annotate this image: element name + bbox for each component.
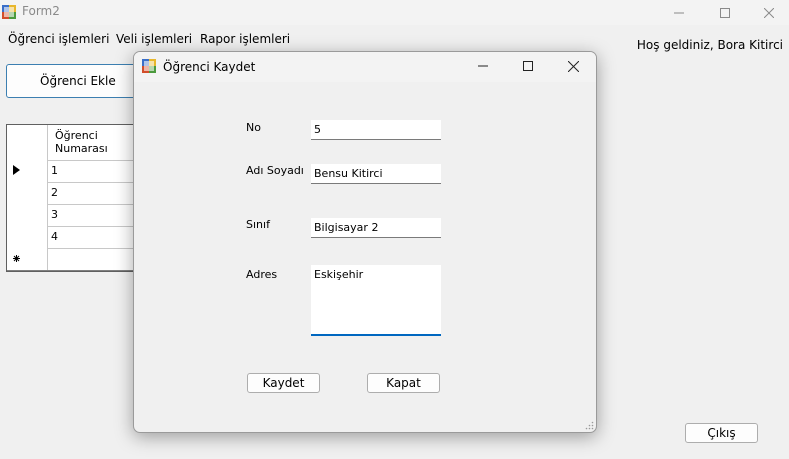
student-save-dialog: Öğrenci Kaydet No Adı Soyadı Sınıf Adres… xyxy=(133,51,597,433)
minimize-icon xyxy=(674,12,684,13)
table-cell[interactable]: 2 xyxy=(51,186,58,199)
close-button[interactable]: Kapat xyxy=(367,373,440,393)
row-header[interactable] xyxy=(7,204,48,226)
row-header[interactable] xyxy=(7,182,48,204)
maximize-button[interactable] xyxy=(702,0,748,25)
save-button-label: Kaydet xyxy=(262,376,305,390)
grid-background xyxy=(7,270,135,271)
students-grid[interactable]: Öğrenci Numarası 1 2 3 4 xyxy=(6,124,136,272)
menu-report-operations[interactable]: Rapor işlemleri xyxy=(200,32,290,46)
row-header[interactable] xyxy=(7,226,48,248)
column-header-student-number[interactable]: Öğrenci Numarası xyxy=(55,129,130,155)
window-title: Form2 xyxy=(22,4,60,18)
grid-header: Öğrenci Numarası xyxy=(7,125,135,161)
address-field[interactable]: Eskişehir xyxy=(311,265,441,336)
no-label: No xyxy=(246,121,261,134)
app-icon xyxy=(2,5,16,19)
close-icon xyxy=(567,60,579,72)
class-field[interactable] xyxy=(311,218,441,238)
grid-corner-header[interactable] xyxy=(7,125,48,160)
maximize-icon xyxy=(523,61,533,71)
exit-button[interactable]: Çıkış xyxy=(685,423,758,443)
no-field[interactable] xyxy=(311,120,441,140)
dialog-close-button[interactable] xyxy=(550,52,596,80)
new-row[interactable] xyxy=(7,248,135,271)
close-window-button[interactable] xyxy=(746,0,789,25)
row-header[interactable] xyxy=(7,160,48,182)
close-icon xyxy=(764,7,774,18)
save-button[interactable]: Kaydet xyxy=(247,373,320,393)
address-label: Adres xyxy=(246,268,278,281)
table-row[interactable]: 4 xyxy=(7,226,135,249)
current-row-indicator-icon xyxy=(13,165,20,175)
dialog-app-icon xyxy=(142,59,156,73)
dialog-title: Öğrenci Kaydet xyxy=(163,60,256,74)
resize-grip-icon[interactable] xyxy=(584,420,594,430)
exit-button-label: Çıkış xyxy=(707,426,736,440)
row-header[interactable] xyxy=(7,248,48,270)
table-cell[interactable]: 1 xyxy=(51,164,58,177)
menu-student-operations[interactable]: Öğrenci işlemleri xyxy=(8,32,109,46)
maximize-icon xyxy=(720,7,730,18)
table-row[interactable]: 2 xyxy=(7,182,135,205)
welcome-label: Hoş geldiniz, Bora Kitirci xyxy=(636,38,783,52)
close-button-label: Kapat xyxy=(386,376,421,390)
table-cell[interactable]: 4 xyxy=(51,230,58,243)
name-label: Adı Soyadı xyxy=(246,164,304,177)
class-label: Sınıf xyxy=(246,218,270,231)
minimize-icon xyxy=(478,65,488,67)
main-titlebar: Form2 xyxy=(0,0,789,25)
minimize-button[interactable] xyxy=(656,0,702,25)
menu-parent-operations[interactable]: Veli işlemleri xyxy=(116,32,192,46)
table-row[interactable]: 1 xyxy=(7,160,135,183)
new-row-asterisk-icon xyxy=(13,255,20,262)
table-cell[interactable]: 3 xyxy=(51,208,58,221)
add-student-button-label: Öğrenci Ekle xyxy=(40,74,116,88)
name-field[interactable] xyxy=(311,164,441,184)
table-row[interactable]: 3 xyxy=(7,204,135,227)
dialog-minimize-button[interactable] xyxy=(460,52,506,80)
dialog-maximize-button[interactable] xyxy=(505,52,551,80)
dialog-titlebar: Öğrenci Kaydet xyxy=(134,52,596,82)
